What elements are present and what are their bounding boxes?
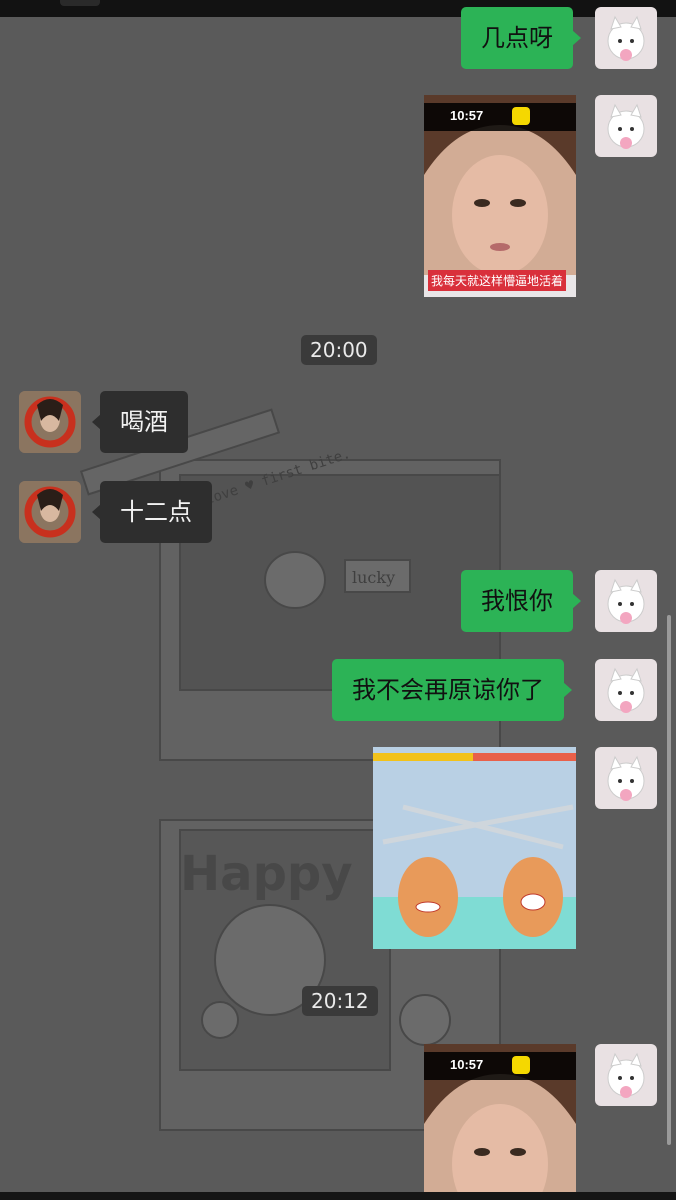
egg-fight-sticker-image [373, 747, 576, 949]
kitty-avatar-icon [607, 1052, 645, 1098]
contact-avatar[interactable] [19, 391, 81, 453]
sticker-message[interactable] [373, 747, 576, 949]
time-separator: 20:00 [301, 335, 377, 365]
self-avatar[interactable] [595, 747, 657, 809]
video-caption: 我每天就这样懵逼地活着 [428, 270, 567, 291]
wallpaper-happy-text: Happy [180, 846, 353, 902]
message-text: 喝酒 [120, 408, 168, 436]
outgoing-message-bubble[interactable]: 我不会再原谅你了 [332, 659, 572, 721]
video-message[interactable]: 10:57 我每天就这样懵逼地活着 [424, 95, 576, 297]
self-avatar[interactable] [595, 7, 657, 69]
kitty-avatar-icon [607, 15, 645, 61]
bottom-bar [0, 1192, 676, 1200]
incoming-message-bubble[interactable]: 喝酒 [92, 391, 188, 453]
incoming-message-bubble[interactable]: 十二点 [92, 481, 212, 543]
message-text: 我恨你 [481, 587, 553, 615]
kitty-avatar-icon [607, 103, 645, 149]
time-separator: 20:12 [302, 986, 378, 1016]
self-avatar[interactable] [595, 659, 657, 721]
self-avatar[interactable] [595, 95, 657, 157]
message-text: 十二点 [120, 498, 192, 526]
contact-avatar[interactable] [19, 481, 81, 543]
outgoing-message-bubble[interactable]: 我恨你 [461, 570, 581, 632]
message-text: 我不会再原谅你了 [352, 676, 544, 704]
kitty-avatar-icon [607, 755, 645, 801]
kakao-icon [512, 107, 530, 125]
status-bar [0, 0, 676, 17]
kitty-avatar-icon [607, 667, 645, 713]
video-message[interactable]: 10:57 [424, 1044, 576, 1192]
status-bar-notch [60, 0, 100, 6]
scrollbar[interactable] [667, 615, 671, 1145]
contact-avatar-icon [19, 391, 81, 453]
self-avatar[interactable] [595, 1044, 657, 1106]
self-avatar[interactable] [595, 570, 657, 632]
wallpaper-lucky-text: lucky [352, 568, 395, 587]
message-text: 几点呀 [481, 24, 553, 52]
video-timestamp-bar: 10:57 [424, 1052, 576, 1080]
video-timestamp: 10:57 [450, 1057, 484, 1072]
video-timestamp-bar: 10:57 [424, 103, 576, 131]
kakao-icon [512, 1056, 530, 1074]
kitty-avatar-icon [607, 578, 645, 624]
contact-avatar-icon [19, 481, 81, 543]
video-timestamp: 10:57 [450, 108, 484, 123]
outgoing-message-bubble[interactable]: 几点呀 [461, 7, 581, 69]
